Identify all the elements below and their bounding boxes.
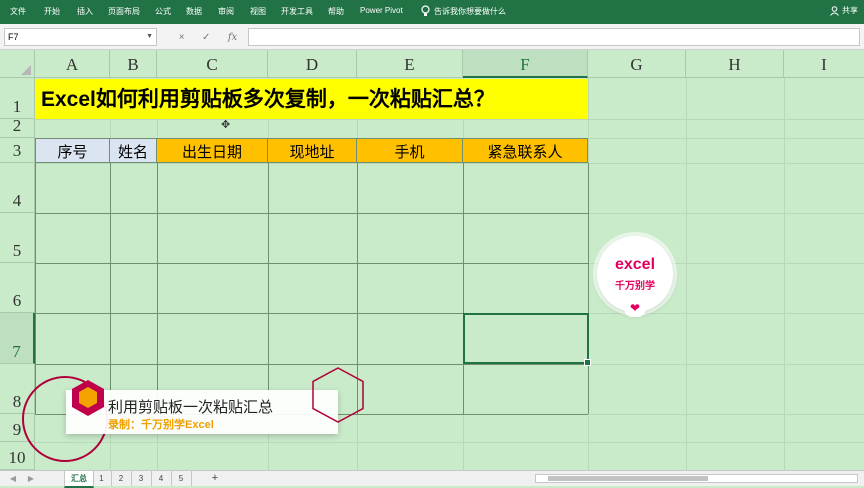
row-header-3[interactable]: 3: [0, 138, 35, 163]
sheet-tab-1[interactable]: 1: [92, 471, 112, 486]
tab-file[interactable]: 文件: [10, 6, 26, 17]
row-header-7[interactable]: 7: [0, 313, 35, 364]
horizontal-scrollbar[interactable]: [535, 474, 858, 483]
header-cell-index[interactable]: 序号: [35, 138, 110, 163]
header-cell-emergency-contact[interactable]: 紧急联系人: [463, 138, 588, 163]
name-box[interactable]: F7 ▼: [4, 28, 157, 46]
row-header-5[interactable]: 5: [0, 213, 35, 263]
tab-home[interactable]: 开始: [44, 6, 60, 17]
share-label: 共享: [842, 6, 858, 15]
person-icon: [830, 5, 839, 16]
row-header-4[interactable]: 4: [0, 163, 35, 213]
column-header-g[interactable]: G: [588, 50, 686, 78]
tab-review[interactable]: 审阅: [218, 6, 234, 17]
cancel-icon[interactable]: ×: [179, 32, 185, 43]
tab-developer[interactable]: 开发工具: [281, 6, 313, 17]
active-cell-f7[interactable]: [463, 313, 591, 366]
banner-subtitle: 录制：千万别学Excel: [108, 419, 214, 431]
column-header-i[interactable]: I: [784, 50, 864, 78]
select-all-button[interactable]: [0, 50, 35, 78]
row-header-2[interactable]: 2: [0, 116, 35, 138]
enter-icon[interactable]: ✓: [202, 32, 210, 43]
sheet-nav-prev-icon[interactable]: ◀: [6, 471, 20, 486]
lightbulb-icon: [421, 5, 430, 16]
tell-me-box[interactable]: 告诉我你想要做什么: [421, 5, 506, 17]
banner-title: 利用剪贴板一次粘贴汇总: [108, 399, 274, 416]
share-button[interactable]: 共享: [830, 5, 858, 16]
tell-me-text: 告诉我你想要做什么: [434, 6, 506, 16]
fx-icon[interactable]: fx: [228, 32, 237, 43]
sheet-tab-4[interactable]: 4: [151, 471, 172, 486]
hexagon-outline-icon: [312, 367, 364, 423]
ribbon-bar: 文件 开始 插入 页面布局 公式 数据 审阅 视图 开发工具 帮助 Power …: [0, 0, 864, 24]
tab-formulas[interactable]: 公式: [155, 6, 171, 17]
tab-power-pivot[interactable]: Power Pivot: [360, 6, 403, 15]
header-cell-address[interactable]: 现地址: [268, 138, 357, 163]
header-cell-phone[interactable]: 手机: [357, 138, 463, 163]
column-header-f[interactable]: F: [463, 50, 588, 78]
chevron-down-icon[interactable]: ▼: [146, 29, 153, 45]
sheet-tab-summary[interactable]: 汇总: [64, 471, 94, 488]
formula-input[interactable]: [248, 28, 860, 46]
row-header-10[interactable]: 10: [0, 442, 35, 470]
heart-icon: ❤: [624, 300, 646, 317]
sheet-tab-2[interactable]: 2: [111, 471, 132, 486]
hexagon-badge-icon: [72, 380, 104, 416]
row-header-1[interactable]: 1: [0, 78, 35, 119]
add-sheet-button[interactable]: +: [207, 471, 223, 486]
sheet-nav-next-icon[interactable]: ▶: [24, 471, 38, 486]
tab-page-layout[interactable]: 页面布局: [108, 6, 140, 17]
logo-text-excel: excel: [614, 256, 656, 273]
tab-help[interactable]: 帮助: [328, 6, 344, 17]
column-header-b[interactable]: B: [110, 50, 157, 78]
cell-cursor-icon: ✥: [221, 119, 231, 131]
scrollbar-thumb[interactable]: [548, 476, 708, 481]
column-header-a[interactable]: A: [35, 50, 110, 78]
tab-data[interactable]: 数据: [186, 6, 202, 17]
sheet-tab-bar: ◀ ▶ 汇总 1 2 3 4 5 +: [0, 470, 864, 488]
column-header-c[interactable]: C: [157, 50, 268, 78]
formula-buttons: × ✓ fx: [170, 28, 246, 46]
column-headers: A B C D E F G H I: [0, 50, 864, 78]
column-header-h[interactable]: H: [686, 50, 784, 78]
logo-text-subtitle: 千万别学: [615, 281, 655, 292]
column-header-d[interactable]: D: [268, 50, 357, 78]
formula-bar: F7 ▼ × ✓ fx: [0, 24, 864, 50]
tab-view[interactable]: 视图: [250, 6, 266, 17]
header-cell-name[interactable]: 姓名: [110, 138, 157, 163]
column-header-e[interactable]: E: [357, 50, 463, 78]
header-cell-birthdate[interactable]: 出生日期: [157, 138, 268, 163]
row-header-6[interactable]: 6: [0, 263, 35, 313]
sheet-tab-3[interactable]: 3: [131, 471, 152, 486]
name-box-value: F7: [8, 32, 19, 42]
sheet-tab-5[interactable]: 5: [171, 471, 192, 486]
tab-insert[interactable]: 插入: [77, 6, 93, 17]
sheet-title-cell[interactable]: Excel如何利用剪贴板多次复制，一次粘贴汇总？: [35, 79, 588, 119]
caption-banner: 利用剪贴板一次粘贴汇总 录制：千万别学Excel: [66, 390, 338, 434]
